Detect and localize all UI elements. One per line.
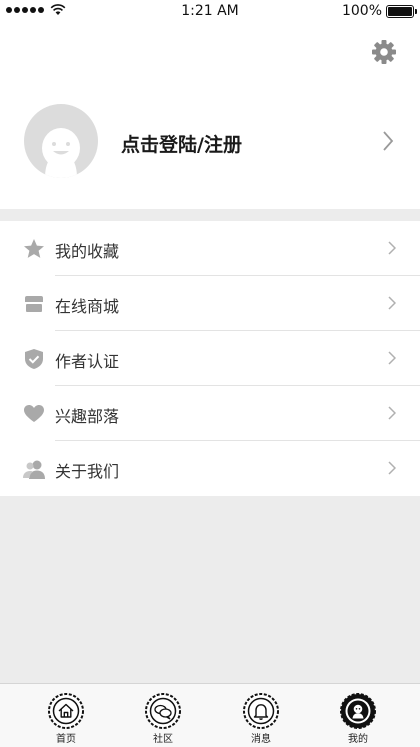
- tab-label: 我的: [348, 734, 368, 745]
- menu-item-label: 在线商城: [55, 297, 120, 316]
- chat-icon: [145, 693, 181, 729]
- menu-item-label: 关于我们: [55, 462, 120, 481]
- avatar[interactable]: [24, 104, 98, 178]
- store-icon: [25, 296, 43, 312]
- shield-check-icon: [25, 349, 43, 369]
- star-icon: [24, 239, 44, 258]
- bell-icon: [243, 693, 279, 729]
- tab-label: 消息: [251, 734, 271, 745]
- menu-item-label: 我的收藏: [55, 242, 120, 261]
- chevron-right-icon: [388, 351, 396, 365]
- menu-item-interest-tribe[interactable]: 兴趣部落: [0, 386, 420, 441]
- menu-item-author-verification[interactable]: 作者认证: [0, 331, 420, 386]
- tab-bar: 首页 社区 消息 我的: [0, 683, 420, 747]
- tab-home[interactable]: 首页: [36, 684, 96, 747]
- profile-header: 点击登陆/注册: [0, 22, 420, 209]
- menu-list: 我的收藏 在线商城 作者认证 兴趣部落 关于我们: [0, 221, 420, 496]
- tab-community[interactable]: 社区: [133, 684, 193, 747]
- users-icon: [23, 460, 45, 479]
- heart-icon: [24, 405, 44, 422]
- menu-item-label: 作者认证: [55, 352, 120, 371]
- menu-item-about-us[interactable]: 关于我们: [0, 441, 420, 496]
- menu-item-store[interactable]: 在线商城: [0, 276, 420, 331]
- avatar-face-icon: [42, 128, 80, 178]
- status-bar: 1:21 AM 100%: [0, 0, 420, 22]
- chevron-right-icon: [388, 296, 396, 310]
- tab-mine[interactable]: 我的: [328, 684, 388, 747]
- menu-item-label: 兴趣部落: [55, 407, 120, 426]
- menu-item-favorites[interactable]: 我的收藏: [0, 221, 420, 276]
- home-icon: [48, 693, 84, 729]
- chevron-right-icon: [388, 461, 396, 475]
- person-icon: [340, 693, 376, 729]
- gear-icon[interactable]: [370, 38, 398, 66]
- tab-label: 社区: [153, 734, 173, 745]
- tab-messages[interactable]: 消息: [231, 684, 291, 747]
- battery-icon: [386, 5, 417, 18]
- tab-label: 首页: [56, 734, 76, 745]
- login-register-link[interactable]: 点击登陆/注册: [121, 130, 242, 157]
- chevron-right-icon: [388, 406, 396, 420]
- battery-percent: 100%: [341, 3, 382, 19]
- chevron-right-icon: [388, 241, 396, 255]
- chevron-right-icon[interactable]: [382, 130, 394, 152]
